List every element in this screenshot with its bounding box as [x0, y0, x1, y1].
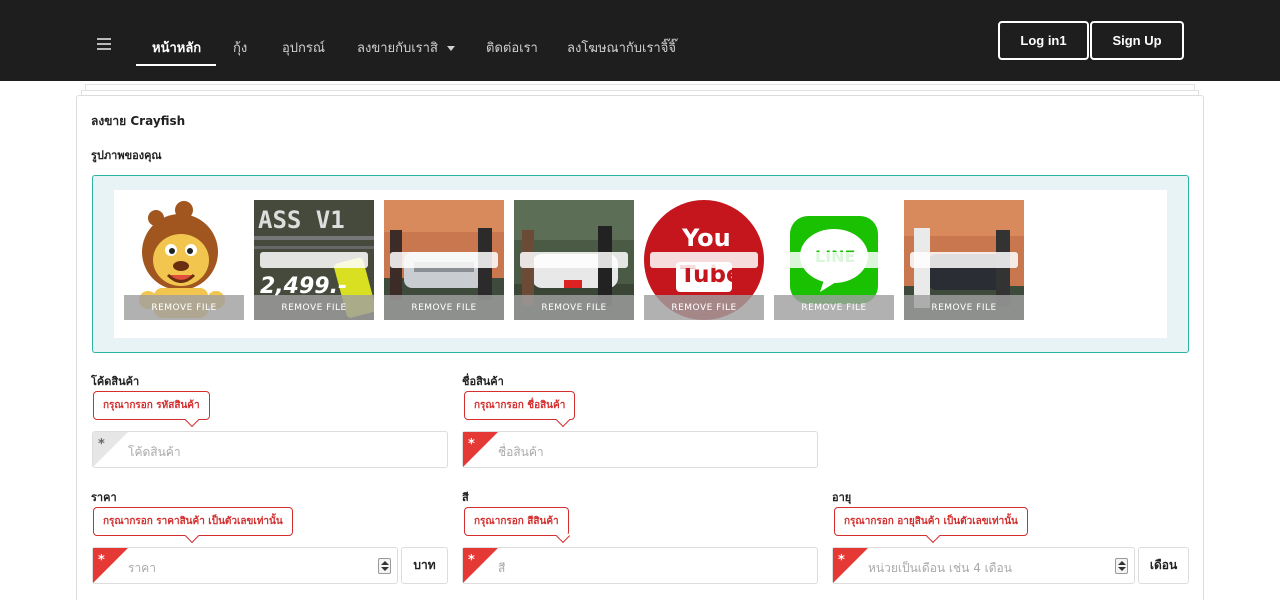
hamburger-menu-icon[interactable] [97, 38, 111, 50]
price-placeholder: ราคา [128, 561, 156, 575]
required-asterisk-icon: * [98, 553, 105, 568]
nav-item-home[interactable]: หน้าหลัก [152, 37, 201, 58]
remove-file-button[interactable]: REMOVE FILE [254, 295, 374, 320]
price-input[interactable]: * ราคา [92, 547, 398, 584]
uploaded-image-thumb: REMOVE FILE [514, 200, 634, 320]
youtube-you-text: You [682, 224, 731, 252]
product-name-placeholder: ชื่อสินค้า [498, 445, 544, 459]
color-placeholder: สี [498, 561, 506, 575]
color-input[interactable]: * สี [462, 547, 818, 584]
required-asterisk-icon: * [98, 437, 105, 452]
number-spinner-icon[interactable] [1115, 558, 1128, 574]
nav-item-sell-with-us[interactable]: ลงขายกับเราสิ [357, 37, 455, 58]
color-label: สี [462, 491, 469, 504]
uploaded-image-thumb: ASS V1 2,499.- REMOVE FILE [254, 200, 374, 320]
ad-title-text: ASS V1 [258, 206, 345, 234]
progress-bar [910, 252, 1018, 268]
product-code-error-tooltip: กรุณากรอก รหัสสินค้า [93, 391, 210, 420]
remove-file-button[interactable]: REMOVE FILE [384, 295, 504, 320]
progress-bar [780, 252, 888, 268]
color-error-tooltip: กรุณากรอก สีสินค้า [464, 507, 569, 536]
nav-item-advertise[interactable]: ลงโฆษณากับเราจิ๊จิ๊ [567, 37, 676, 58]
product-code-placeholder: โค้ดสินค้า [128, 445, 181, 459]
age-error-tooltip: กรุณากรอก อายุสินค้า เป็นตัวเลขเท่านั้น [834, 507, 1028, 536]
uploaded-image-thumb: REMOVE FILE [904, 200, 1024, 320]
nav-active-underline [136, 64, 216, 66]
product-code-label: โค้ดสินค้า [91, 375, 140, 388]
required-asterisk-icon: * [468, 437, 475, 452]
login-button[interactable]: Log in1 [998, 21, 1089, 60]
age-input[interactable]: * หน่วยเป็นเดือน เช่น 4 เดือน [832, 547, 1135, 584]
progress-bar [260, 252, 368, 268]
age-unit-addon: เดือน [1138, 547, 1189, 584]
age-placeholder: หน่วยเป็นเดือน เช่น 4 เดือน [868, 561, 1012, 575]
required-asterisk-icon: * [468, 553, 475, 568]
uploaded-image-thumb: REMOVE FILE [124, 200, 244, 320]
nav-item-contact[interactable]: ติดต่อเรา [486, 37, 538, 58]
nav-item-equipment[interactable]: อุปกรณ์ [282, 37, 325, 58]
remove-file-button[interactable]: REMOVE FILE [774, 295, 894, 320]
price-currency-addon: บาท [401, 547, 448, 584]
nav-item-sell-label: ลงขายกับเราสิ [357, 41, 438, 56]
uploaded-image-thumb: REMOVE FILE [384, 200, 504, 320]
product-name-input[interactable]: * ชื่อสินค้า [462, 431, 818, 468]
page-title: ลงขาย Crayfish [91, 114, 186, 128]
remove-file-button[interactable]: REMOVE FILE [514, 295, 634, 320]
uploaded-image-thumb: You Tube REMOVE FILE [644, 200, 764, 320]
price-label: ราคา [91, 491, 117, 504]
uploaded-image-thumb: LINE REMOVE FILE [774, 200, 894, 320]
remove-file-button[interactable]: REMOVE FILE [644, 295, 764, 320]
required-asterisk-icon: * [838, 553, 845, 568]
remove-file-button[interactable]: REMOVE FILE [124, 295, 244, 320]
signup-button[interactable]: Sign Up [1090, 21, 1184, 60]
images-section-label: รูปภาพของคุณ [91, 149, 162, 162]
product-name-label: ชื่อสินค้า [462, 375, 504, 388]
number-spinner-icon[interactable] [378, 558, 391, 574]
top-navbar: หน้าหลัก กุ้ง อุปกรณ์ ลงขายกับเราสิ ติดต… [0, 0, 1280, 81]
progress-bar [390, 252, 498, 268]
product-code-input[interactable]: * โค้ดสินค้า [92, 431, 448, 468]
progress-bar [520, 252, 628, 268]
product-name-error-tooltip: กรุณากรอก ชื่อสินค้า [464, 391, 576, 420]
chevron-down-icon [446, 46, 455, 51]
remove-file-button[interactable]: REMOVE FILE [904, 295, 1024, 320]
progress-bar [650, 252, 758, 268]
nav-item-shrimp[interactable]: กุ้ง [233, 37, 247, 58]
price-error-tooltip: กรุณากรอก ราคาสินค้า เป็นตัวเลขเท่านั้น [93, 507, 293, 536]
age-label: อายุ [832, 491, 852, 504]
